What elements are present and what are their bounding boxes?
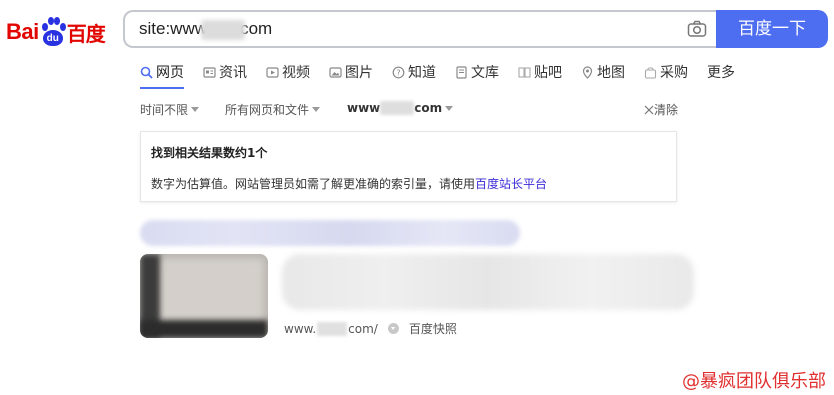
result-url-prefix: www. [284,321,317,336]
tab-tieba[interactable]: 贴吧 [518,60,562,84]
redacted-site [380,101,415,115]
result-title-redacted[interactable] [140,220,520,246]
logo-bai-text: Bai [6,19,39,44]
clear-label: 清除 [653,103,678,117]
tab-web[interactable]: 网页 [140,60,184,89]
question-icon: ? [392,66,405,78]
redacted-url [317,321,348,336]
filetype-filter[interactable]: 所有网页和文件 [225,101,321,118]
time-filter-label: 时间不限 [140,103,189,117]
tab-zhidao[interactable]: ? 知道 [392,60,436,84]
tab-label: 资讯 [219,65,247,81]
close-icon [644,105,654,114]
tab-label: 图片 [345,65,373,81]
result-url-suffix: com/ [348,321,378,336]
tab-label: 地图 [597,65,625,81]
camera-icon[interactable] [687,19,707,39]
tab-video[interactable]: 视频 [266,60,310,84]
tab-wenku[interactable]: 文库 [455,60,499,84]
result-abstract-redacted [282,254,694,310]
paw-icon: du [40,17,66,47]
image-icon [329,66,342,78]
estimate-note-text: 数字为估算值。网站管理员如需了解更准确的索引量，请使用 [151,177,476,191]
logo-baidu-cn-text: 百度 [66,21,106,46]
watermark: @暴疯团队俱乐部 [682,371,826,392]
site-filter[interactable]: www com [347,101,454,115]
site-filter-suffix: com [414,101,443,115]
logo-du-text: du [42,30,63,46]
clear-filters-button[interactable]: 清除 [644,101,678,118]
search-button[interactable]: 百度一下 [716,10,828,48]
site-filter-prefix: www [347,101,381,115]
caret-down-icon [312,107,321,112]
result-count-box: 找到相关结果数约1个 数字为估算值。网站管理员如需了解更准确的索引量，请使用百度… [140,131,677,202]
map-icon [582,65,593,79]
tab-label: 贴吧 [534,65,562,81]
baidu-logo[interactable]: Bai du 百度 [6,14,106,50]
tab-image[interactable]: 图片 [329,60,373,84]
tab-label: 更多 [707,65,735,81]
search-icon [140,66,153,79]
result-url-line: www. com/ 百度快照 [284,320,457,337]
tab-label: 视频 [282,65,310,81]
tab-label: 知道 [408,65,436,81]
svg-text:?: ? [396,68,400,77]
snapshot-link[interactable]: 百度快照 [409,320,457,337]
search-box [123,10,717,48]
search-filters: 时间不限 所有网页和文件 www com 清除 [140,101,680,119]
search-tabs: 网页 资讯 视频 图片 ? 知道 文库 贴吧 地图 采购 更多 [140,60,754,89]
tab-label: 采购 [660,65,688,81]
result-thumbnail[interactable] [140,254,268,338]
tieba-icon [518,66,531,78]
tab-more[interactable]: 更多 [707,60,735,84]
caret-down-icon [191,107,200,112]
document-icon [456,65,467,79]
redacted-query-part [201,20,245,40]
video-icon [266,66,279,78]
tab-news[interactable]: 资讯 [203,60,247,84]
cart-icon [644,66,657,79]
tab-map[interactable]: 地图 [581,60,625,84]
tab-purchase[interactable]: 采购 [644,60,688,84]
result-count-text: 找到相关结果数约1个 [151,146,268,160]
dropdown-arrow-icon[interactable] [387,323,399,334]
estimate-note: 数字为估算值。网站管理员如需了解更准确的索引量，请使用百度站长平台 [151,175,547,192]
filetype-filter-label: 所有网页和文件 [225,103,310,117]
webmaster-platform-link[interactable]: 百度站长平台 [475,177,547,191]
time-filter[interactable]: 时间不限 [140,101,200,118]
news-icon [203,66,216,78]
tab-label: 网页 [156,65,184,81]
tab-label: 文库 [471,65,499,81]
caret-down-icon [445,105,454,111]
